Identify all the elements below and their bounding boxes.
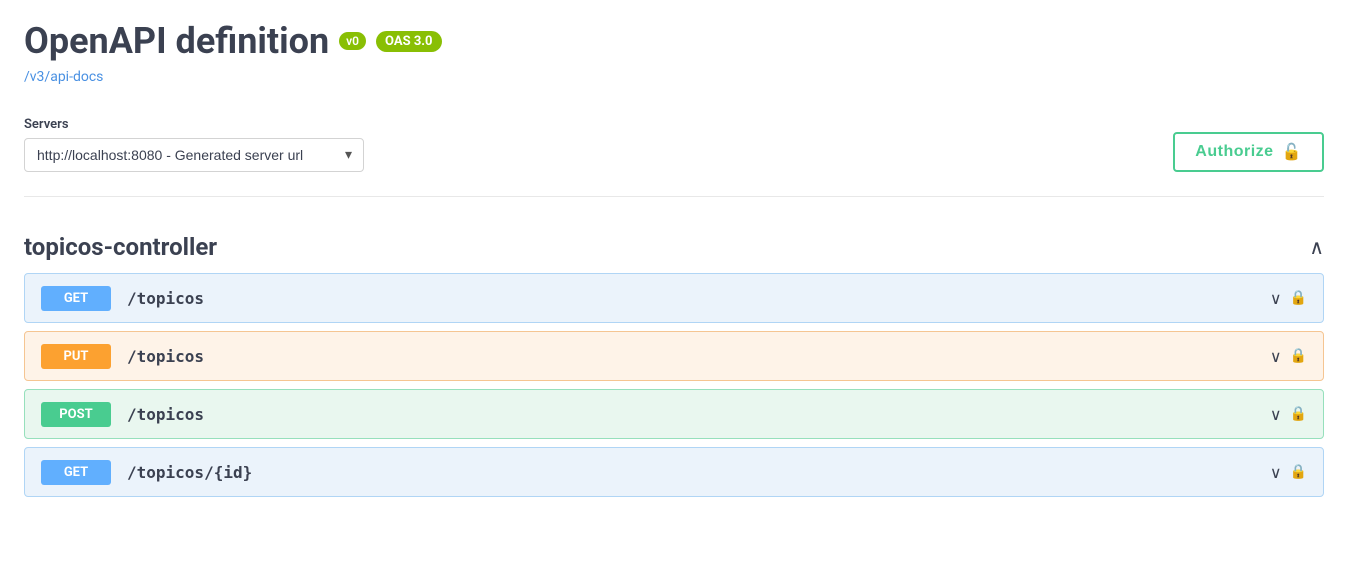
- api-row-left-get-id: GET /topicos/{id}: [41, 460, 252, 485]
- controller-name: topicos-controller: [24, 233, 217, 261]
- method-badge-get: GET: [41, 286, 111, 311]
- server-select-wrapper: http://localhost:8080 - Generated server…: [24, 138, 364, 172]
- header-section: OpenAPI definition v0 OAS 3.0 /v3/api-do…: [24, 20, 1324, 85]
- api-row-left-post: POST /topicos: [41, 402, 204, 427]
- api-row-get-topicos[interactable]: GET /topicos ∨ 🔒: [24, 273, 1324, 323]
- authorize-label: Authorize: [1195, 143, 1273, 161]
- api-row-post-topicos[interactable]: POST /topicos ∨ 🔒: [24, 389, 1324, 439]
- lock-icon-small-get-id: 🔒: [1290, 464, 1307, 480]
- page-title: OpenAPI definition: [24, 20, 329, 62]
- chevron-down-icon: ∨: [1270, 289, 1282, 308]
- chevron-down-icon-post: ∨: [1270, 405, 1282, 424]
- method-badge-get-id: GET: [41, 460, 111, 485]
- api-row-right-get-id: ∨ 🔒: [1270, 463, 1307, 482]
- api-path-topicos-id: /topicos/{id}: [127, 463, 252, 482]
- lock-icon-small-put: 🔒: [1290, 348, 1307, 364]
- api-path-topicos-put: /topicos: [127, 347, 204, 366]
- api-path-topicos-get: /topicos: [127, 289, 204, 308]
- controller-header[interactable]: topicos-controller ∧: [24, 221, 1324, 273]
- chevron-down-icon-put: ∨: [1270, 347, 1282, 366]
- method-badge-put: PUT: [41, 344, 111, 369]
- api-rows: GET /topicos ∨ 🔒 PUT /topicos ∨ 🔒: [24, 273, 1324, 497]
- server-select[interactable]: http://localhost:8080 - Generated server…: [24, 138, 364, 172]
- api-row-right-post: ∨ 🔒: [1270, 405, 1307, 424]
- oas-badge: OAS 3.0: [376, 31, 442, 52]
- collapse-icon: ∧: [1309, 235, 1324, 259]
- title-row: OpenAPI definition v0 OAS 3.0: [24, 20, 1324, 62]
- api-row-get-topicos-id[interactable]: GET /topicos/{id} ∨ 🔒: [24, 447, 1324, 497]
- controller-section: topicos-controller ∧ GET /topicos ∨ 🔒 PU…: [24, 221, 1324, 497]
- lock-icon: 🔓: [1282, 142, 1302, 162]
- api-row-put-topicos[interactable]: PUT /topicos ∨ 🔒: [24, 331, 1324, 381]
- api-docs-link[interactable]: /v3/api-docs: [24, 69, 103, 85]
- method-badge-post: POST: [41, 402, 111, 427]
- api-row-right: ∨ 🔒: [1270, 289, 1307, 308]
- api-row-right-put: ∨ 🔒: [1270, 347, 1307, 366]
- lock-icon-small-post: 🔒: [1290, 406, 1307, 422]
- servers-label: Servers: [24, 117, 364, 132]
- divider: [24, 196, 1324, 197]
- authorize-button[interactable]: Authorize 🔓: [1173, 132, 1324, 172]
- api-row-left-put: PUT /topicos: [41, 344, 204, 369]
- servers-row: Servers http://localhost:8080 - Generate…: [24, 117, 1324, 172]
- api-path-topicos-post: /topicos: [127, 405, 204, 424]
- servers-group: Servers http://localhost:8080 - Generate…: [24, 117, 364, 172]
- lock-icon-small: 🔒: [1290, 290, 1307, 306]
- version-badge: v0: [339, 32, 366, 50]
- api-row-left: GET /topicos: [41, 286, 204, 311]
- chevron-down-icon-get-id: ∨: [1270, 463, 1282, 482]
